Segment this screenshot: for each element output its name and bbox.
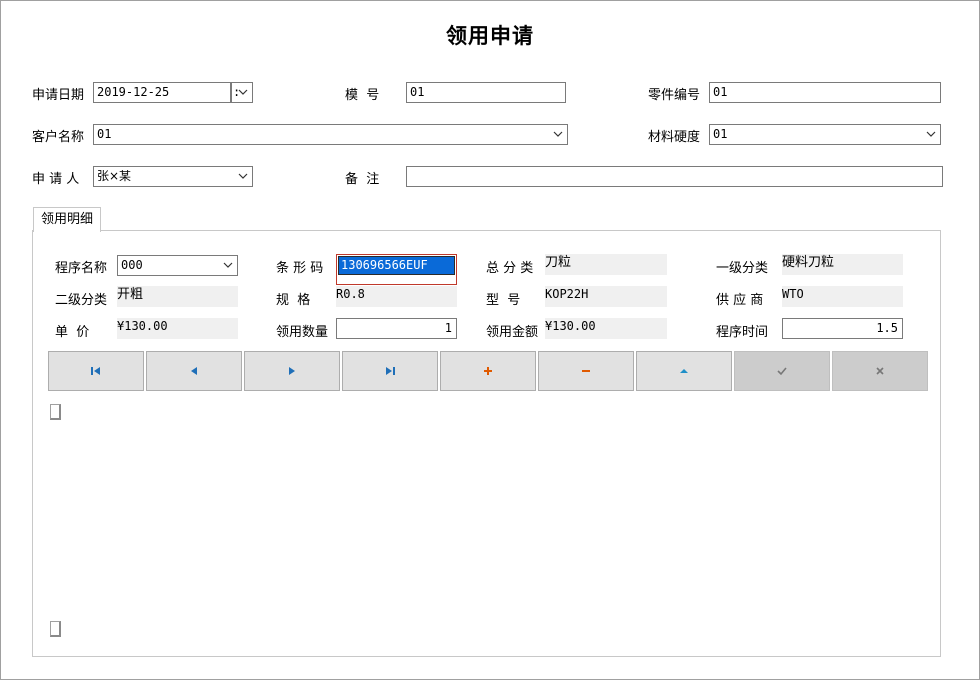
price-value: ¥130.00: [117, 318, 238, 339]
customer-select[interactable]: 01: [93, 124, 568, 145]
next-record-button[interactable]: [244, 351, 340, 391]
spec-label: 规 格: [276, 293, 311, 308]
program-name-value: 000: [121, 258, 143, 272]
total-cat-value: 刀粒: [545, 254, 667, 275]
prior-record-button[interactable]: [146, 351, 242, 391]
spec-value: R0.8: [336, 286, 457, 307]
level2-label: 二级分类: [55, 293, 108, 308]
qty-label: 领用数量: [276, 325, 329, 340]
tab-detail[interactable]: 领用明细: [33, 207, 101, 232]
level1-label: 一级分类: [716, 261, 769, 276]
supplier-value: WTO: [782, 286, 903, 307]
triangle-up-icon: [680, 369, 688, 373]
chevron-down-icon: [236, 83, 250, 102]
chevron-down-icon: [236, 167, 250, 186]
barcode-label: 条 形 码: [276, 261, 324, 276]
total-cat-label: 总 分 类: [486, 261, 534, 276]
grid-handle-bottom[interactable]: [50, 621, 61, 637]
chevron-down-icon: [551, 125, 565, 144]
price-label: 单 价: [55, 325, 90, 340]
barcode-input[interactable]: 130696566EUF: [336, 254, 457, 285]
post-record-button[interactable]: [734, 351, 830, 391]
model-label: 模 号: [345, 88, 380, 103]
program-name-select[interactable]: 000: [117, 255, 238, 276]
insert-record-button[interactable]: [440, 351, 536, 391]
part-no-input[interactable]: 01: [709, 82, 941, 103]
chevron-down-icon: [924, 125, 938, 144]
level2-value: 开粗: [117, 286, 238, 307]
plus-icon: [484, 367, 492, 375]
page-title: 领用申请: [446, 23, 534, 48]
close-icon: [876, 367, 884, 375]
date-dropdown-button[interactable]: :: [231, 82, 253, 103]
cancel-record-button[interactable]: [832, 351, 928, 391]
level1-value: 硬料刀粒: [782, 254, 903, 275]
grid-handle-top[interactable]: [50, 404, 61, 420]
delete-record-button[interactable]: [538, 351, 634, 391]
barcode-selected-text: 130696566EUF: [338, 256, 455, 275]
customer-value: 01: [97, 127, 112, 141]
edit-record-button[interactable]: [636, 351, 732, 391]
check-icon: [777, 367, 787, 376]
applicant-label: 申 请 人: [32, 172, 80, 187]
program-name-label: 程序名称: [55, 261, 108, 276]
applicant-value: 张×某: [97, 169, 132, 183]
prog-time-label: 程序时间: [716, 325, 769, 340]
hardness-label: 材料硬度: [648, 130, 701, 145]
hardness-select[interactable]: 01: [709, 124, 941, 145]
remark-label: 备 注: [345, 172, 380, 187]
prior-record-icon: [191, 367, 197, 375]
last-record-button[interactable]: [342, 351, 438, 391]
last-record-icon: [386, 367, 395, 375]
first-record-icon: [91, 367, 100, 375]
part-no-label: 零件编号: [648, 88, 701, 103]
qty-input[interactable]: 1: [336, 318, 457, 339]
remark-input[interactable]: [406, 166, 943, 187]
amount-value: ¥130.00: [545, 318, 667, 339]
model-input[interactable]: 01: [406, 82, 566, 103]
type-label: 型 号: [486, 293, 521, 308]
applicant-select[interactable]: 张×某: [93, 166, 253, 187]
supplier-label: 供 应 商: [716, 293, 764, 308]
hardness-value: 01: [713, 127, 728, 141]
chevron-down-icon: [221, 256, 235, 275]
type-value: KOP22H: [545, 286, 667, 307]
next-record-icon: [289, 367, 295, 375]
first-record-button[interactable]: [48, 351, 144, 391]
apply-date-label: 申请日期: [32, 88, 85, 103]
amount-label: 领用金额: [486, 325, 539, 340]
prog-time-input[interactable]: 1.5: [782, 318, 903, 339]
minus-icon: [582, 370, 590, 372]
apply-date-input[interactable]: 2019-12-25: [93, 82, 231, 103]
customer-label: 客户名称: [32, 130, 85, 145]
